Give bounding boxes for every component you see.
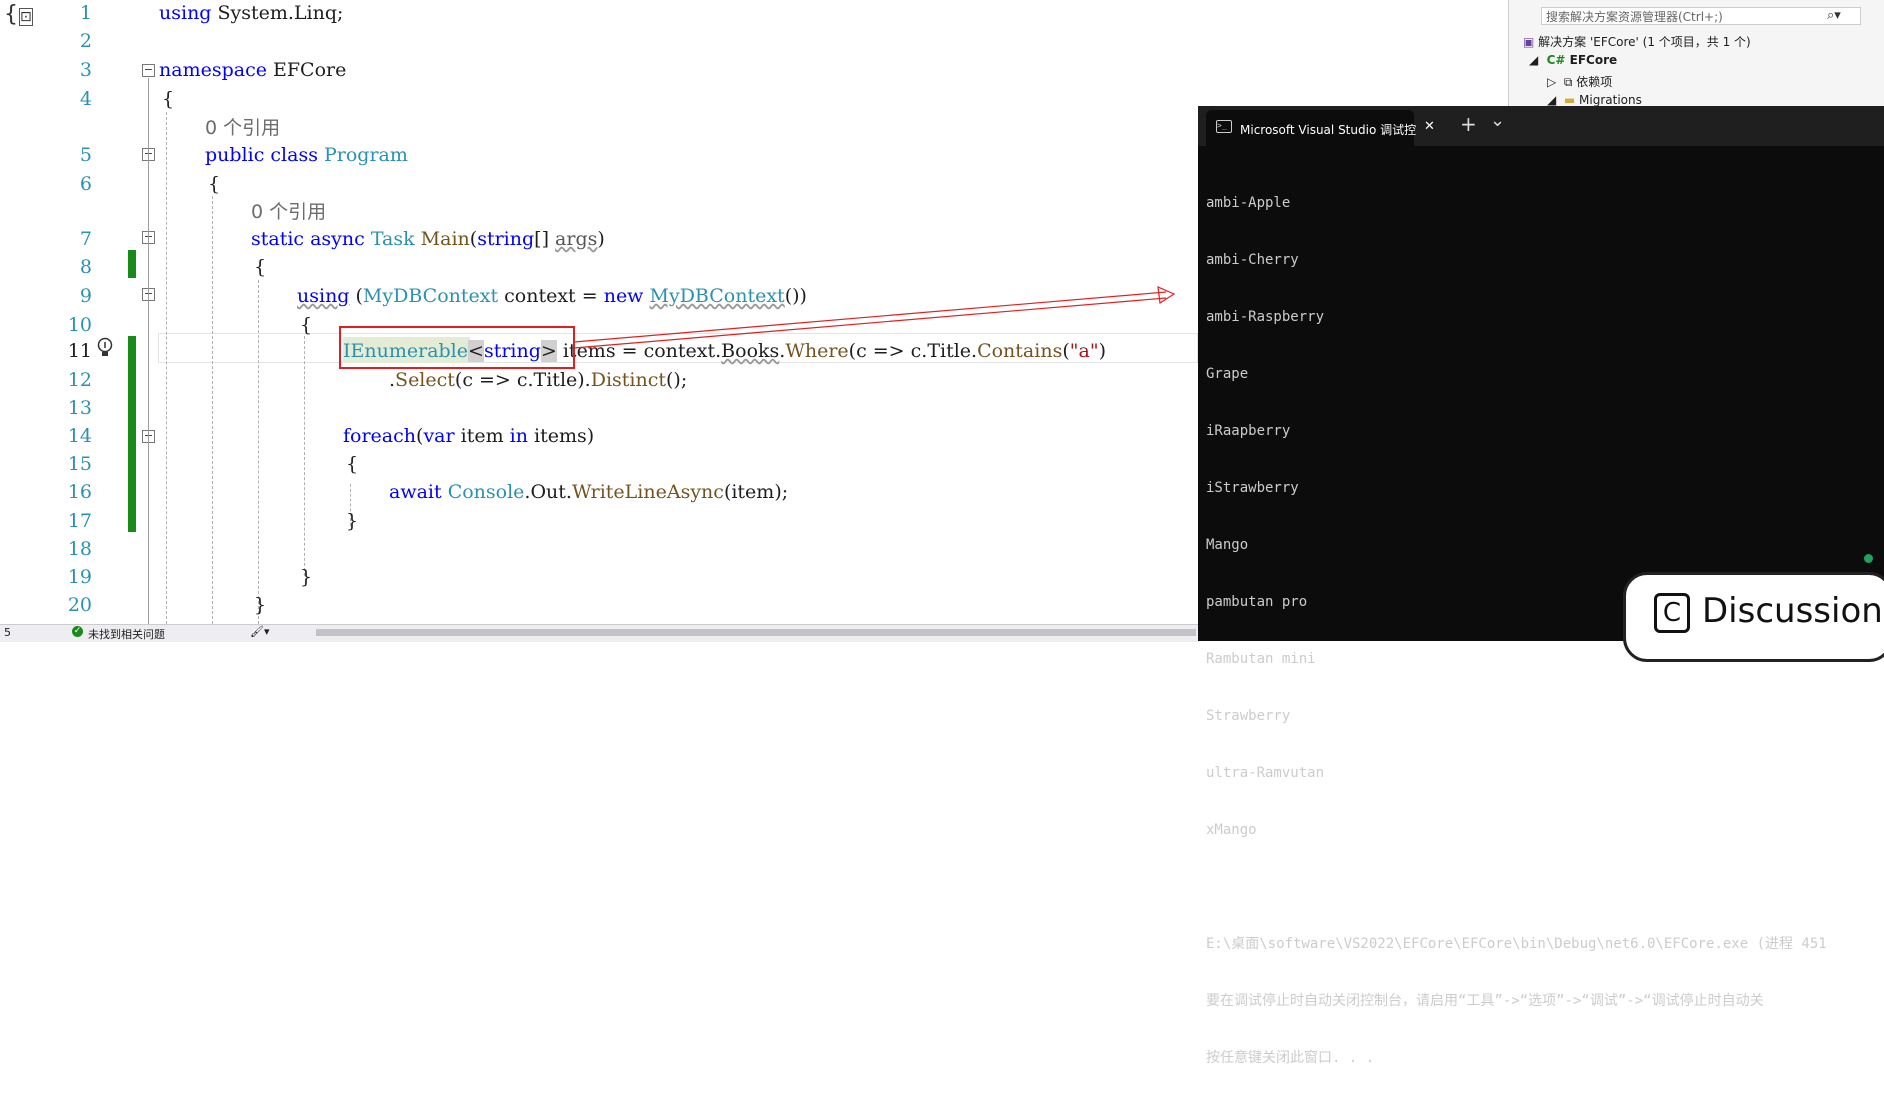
indent-guide <box>258 280 259 624</box>
indent-guide <box>304 336 305 576</box>
expand-icon: ◢ <box>1547 93 1557 107</box>
change-bar <box>128 336 136 532</box>
dropdown-button[interactable]: ⌄ <box>1490 110 1505 131</box>
change-bar <box>128 250 136 278</box>
csharp-project-icon: C# <box>1546 53 1566 67</box>
codelens-references[interactable]: 0 个引用 <box>205 113 280 140</box>
line-number: 18 <box>67 538 92 560</box>
status-bar: 5 ✓ 未找到相关问题 🖌▾ <box>0 624 1200 642</box>
dependencies-icon: ⧉ <box>1563 75 1573 89</box>
fold-toggle[interactable]: − <box>142 64 155 77</box>
code-line-15: { <box>346 453 359 475</box>
annotation-arrow <box>573 286 1176 349</box>
code-line-14: foreach(var item in items) <box>343 425 595 447</box>
line-number: 15 <box>67 453 92 475</box>
zoom-level[interactable]: 5 <box>4 626 11 639</box>
solution-icon: ▣ <box>1523 35 1535 49</box>
line-number: 7 <box>79 228 92 250</box>
line-number: 12 <box>67 369 92 391</box>
output-line: Strawberry <box>1206 708 1291 724</box>
search-icon[interactable]: ⌕▾ <box>1827 8 1841 23</box>
line-number: 11 <box>67 340 92 362</box>
discussion-label: Discussion <box>1702 591 1883 631</box>
new-tab-button[interactable]: + <box>1460 112 1477 136</box>
issues-ok-icon: ✓ <box>72 626 83 637</box>
output-line: Grape <box>1206 366 1249 382</box>
close-tab-icon[interactable]: ✕ <box>1424 119 1435 134</box>
code-line-12: .Select(c => c.Title).Distinct(); <box>389 369 688 391</box>
console-tab[interactable]: >_ Microsoft Visual Studio 调试控 ✕ <box>1206 110 1435 146</box>
discussion-watermark: C Discussion <box>1623 572 1884 662</box>
line-number: 14 <box>67 425 92 447</box>
code-line-1: using System.Linq; <box>159 2 344 24</box>
line-number: 10 <box>67 314 92 336</box>
output-line: 要在调试停止时自动关闭控制台，请启用“工具”->“选项”->“调试”->“调试停… <box>1206 993 1764 1009</box>
lightbulb-icon[interactable] <box>96 337 114 359</box>
output-line: iRaapberry <box>1206 423 1291 439</box>
status-dot <box>1864 554 1873 563</box>
line-number: 19 <box>67 566 92 588</box>
fold-line <box>148 78 149 624</box>
top-left-glyph: {⊡ <box>4 2 33 27</box>
line-number: 17 <box>67 510 92 532</box>
line-number: 3 <box>79 59 92 81</box>
solution-search-input[interactable]: 搜索解决方案资源管理器(Ctrl+;) <box>1541 7 1861 25</box>
output-line: ultra-Ramvutan <box>1206 765 1325 781</box>
code-line-17: } <box>346 510 359 532</box>
console-tab-bar: >_ Microsoft Visual Studio 调试控 ✕ + ⌄ <box>1198 106 1884 146</box>
line-number: 13 <box>67 397 92 419</box>
code-line-10: { <box>300 314 313 336</box>
code-line-19: } <box>300 566 313 588</box>
line-number: 9 <box>79 285 92 307</box>
project-node[interactable]: ◢ C# EFCore <box>1529 53 1617 67</box>
output-line: E:\桌面\software\VS2022\EFCore\EFCore\bin\… <box>1206 936 1827 952</box>
expand-icon: ◢ <box>1529 53 1539 67</box>
chevron-right-icon: ▷ <box>1547 75 1557 89</box>
output-line: iStrawberry <box>1206 480 1299 496</box>
console-tab-title: Microsoft Visual Studio 调试控 <box>1240 123 1417 137</box>
solution-explorer[interactable]: 搜索解决方案资源管理器(Ctrl+;) ⌕▾ ▣ 解决方案 'EFCore' (… <box>1508 0 1884 110</box>
code-line-16: await Console.Out.WriteLineAsync(item); <box>389 481 789 503</box>
discussion-logo-icon: C <box>1654 593 1690 633</box>
code-line-5: public class Program <box>205 144 408 166</box>
indent-guide <box>212 196 213 624</box>
line-number: 1 <box>79 2 92 24</box>
code-line-4: { <box>162 88 175 110</box>
debug-console-window[interactable]: >_ Microsoft Visual Studio 调试控 ✕ + ⌄ amb… <box>1198 106 1884 1066</box>
line-number: 20 <box>67 594 92 616</box>
folder-icon: ▬ <box>1563 93 1576 107</box>
line-number: 2 <box>79 30 92 52</box>
output-line: ambi-Apple <box>1206 195 1291 211</box>
line-number: 8 <box>79 256 92 278</box>
indent-guide <box>166 112 167 624</box>
solution-node[interactable]: ▣ 解决方案 'EFCore' (1 个项目，共 1 个) <box>1523 33 1751 50</box>
console-icon: >_ <box>1216 120 1232 133</box>
codelens-references[interactable]: 0 个引用 <box>251 197 326 224</box>
migrations-node[interactable]: ◢ ▬ Migrations <box>1547 93 1642 107</box>
line-number: 16 <box>67 481 92 503</box>
cleanup-brush-icon[interactable]: 🖌▾ <box>250 625 270 638</box>
output-line: xMango <box>1206 822 1257 838</box>
horizontal-scrollbar[interactable] <box>316 629 1196 636</box>
line-number: 6 <box>79 173 92 195</box>
code-line-7: static async Task Main(string[] args) <box>251 228 605 250</box>
dependencies-node[interactable]: ▷ ⧉ 依赖项 <box>1547 73 1612 90</box>
line-number: 4 <box>79 88 92 110</box>
output-line: 按任意键关闭此窗口. . . <box>1206 1050 1375 1066</box>
output-line: ambi-Raspberry <box>1206 309 1325 325</box>
code-line-6: { <box>208 173 221 195</box>
code-line-8: { <box>254 256 267 278</box>
output-line: Mango <box>1206 537 1249 553</box>
annotation-box <box>339 326 575 369</box>
code-line-20: } <box>254 594 267 616</box>
code-line-3: namespace EFCore <box>159 59 347 81</box>
line-number: 5 <box>79 144 92 166</box>
issues-status[interactable]: 未找到相关问题 <box>88 626 165 642</box>
output-line: ambi-Cherry <box>1206 252 1299 268</box>
